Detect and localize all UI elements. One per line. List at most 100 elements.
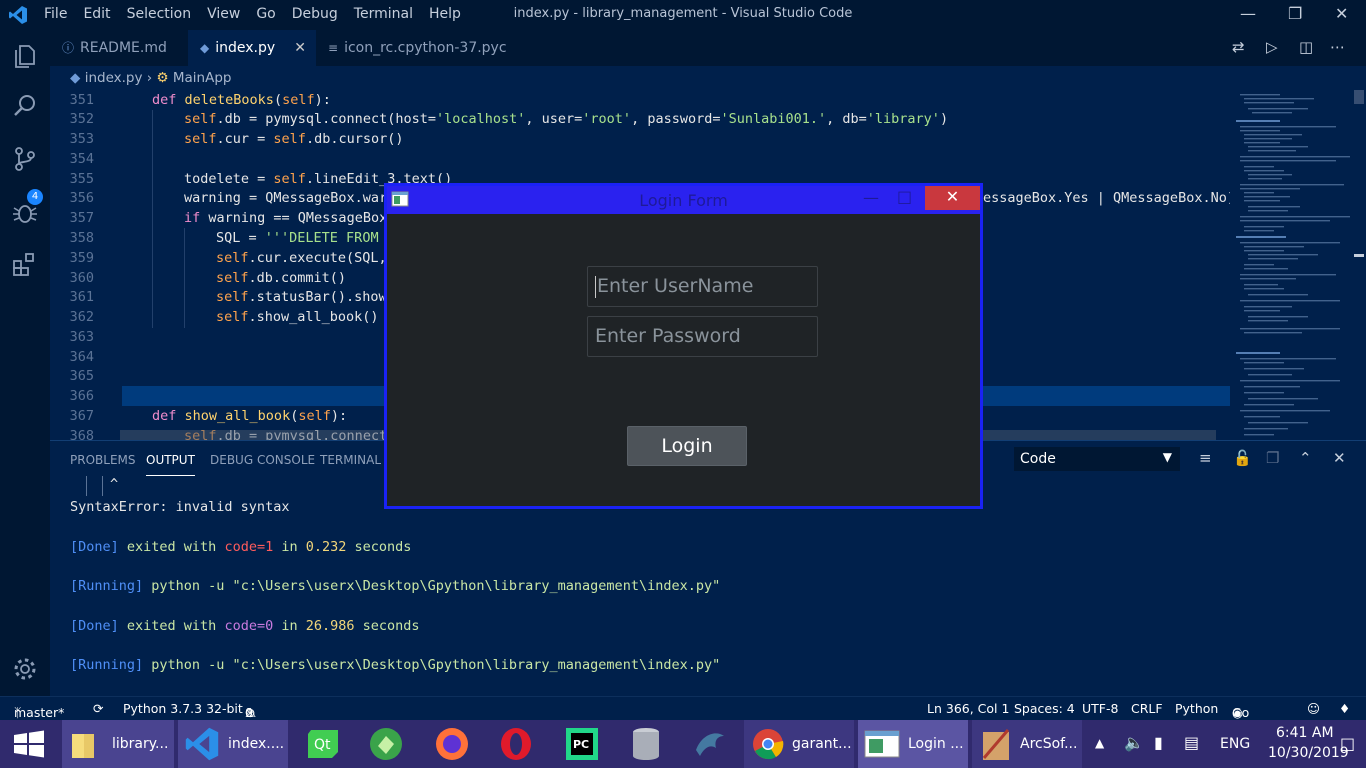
- class-icon: ⚙: [156, 70, 169, 86]
- taskbar-item-label: library...: [112, 736, 169, 752]
- notifications-bell-icon[interactable]: ♦: [1339, 701, 1350, 716]
- chrome-icon: [753, 729, 784, 760]
- encoding[interactable]: UTF-8: [1082, 701, 1118, 716]
- dialog-minimize-icon[interactable]: —: [863, 188, 879, 207]
- line-number: 367: [69, 408, 94, 424]
- tab-terminal[interactable]: TERMINAL: [320, 453, 381, 467]
- vertical-scrollbar[interactable]: [1352, 90, 1366, 440]
- login-button[interactable]: Login: [627, 426, 747, 466]
- line-ending[interactable]: CRLF: [1131, 701, 1163, 716]
- scrollbar-thumb[interactable]: [1354, 90, 1364, 104]
- tab-label: index.py: [215, 40, 276, 56]
- tab-close-icon[interactable]: ✕: [294, 30, 306, 66]
- taskbar-vscode[interactable]: index....: [178, 720, 288, 768]
- tab-output[interactable]: OUTPUT: [146, 453, 195, 476]
- search-icon[interactable]: [11, 92, 39, 120]
- close-icon[interactable]: ✕: [1335, 4, 1348, 23]
- breadcrumb: ◆ index.py › ⚙ MainApp: [50, 66, 1230, 90]
- language-mode[interactable]: Python: [1175, 701, 1218, 716]
- output-line: SyntaxError: invalid syntax: [70, 499, 290, 515]
- indent-guide: [152, 110, 153, 328]
- extensions-icon[interactable]: [11, 250, 39, 278]
- taskbar-file-explorer[interactable]: library...: [62, 720, 174, 768]
- maximize-panel-icon[interactable]: ⌃: [1299, 449, 1312, 467]
- close-panel-icon[interactable]: ✕: [1333, 449, 1346, 467]
- code-line: self.db.commit(): [216, 270, 347, 286]
- window-app-icon: [864, 730, 900, 758]
- input-language[interactable]: ENG: [1220, 736, 1250, 752]
- run-icon[interactable]: ▷: [1266, 38, 1278, 56]
- line-number: 364: [69, 349, 94, 365]
- taskbar-item-label: Login ...: [908, 736, 964, 752]
- lock-icon[interactable]: 🔓: [1233, 449, 1252, 467]
- tab-index-py[interactable]: ◆ index.py ✕: [188, 30, 316, 66]
- taskbar-chrome[interactable]: garant...: [744, 720, 854, 768]
- taskbar-opera[interactable]: [490, 720, 542, 768]
- tab-debug-console[interactable]: DEBUG CONSOLE: [210, 453, 315, 467]
- output-channel-select[interactable]: Code ▼: [1014, 447, 1180, 471]
- taskbar-database[interactable]: [620, 720, 672, 768]
- feedback-smiley-icon[interactable]: ☺: [1307, 701, 1320, 716]
- code-line: self.cur = self.db.cursor(): [184, 131, 404, 147]
- indentation[interactable]: Spaces: 4: [1014, 701, 1075, 716]
- cursor-position[interactable]: Ln 366, Col 1: [927, 701, 1009, 716]
- source-control-icon[interactable]: [11, 145, 39, 173]
- volume-icon[interactable]: 🔈: [1124, 733, 1144, 752]
- tab-icon-rc[interactable]: ≡ icon_rc.cpython-37.pyc: [316, 30, 512, 66]
- restore-icon[interactable]: ❐: [1288, 4, 1302, 23]
- taskbar-mysql[interactable]: [684, 720, 736, 768]
- taskbar-pycharm[interactable]: PC: [556, 720, 608, 768]
- taskbar-app-green[interactable]: [360, 720, 412, 768]
- done-tag: [Done]: [70, 618, 119, 634]
- sync-icon[interactable]: ⟳: [93, 701, 103, 716]
- code-line: self.cur.execute(SQL,: [216, 250, 387, 266]
- line-number: 363: [69, 329, 94, 345]
- output-line: [Done] exited with code=0 in 26.986 seco…: [70, 618, 420, 634]
- taskbar-login-form[interactable]: Login ...: [858, 720, 968, 768]
- code-line: def deleteBooks(self):: [152, 92, 331, 108]
- qt-icon: Qt: [308, 730, 338, 758]
- line-number: 361: [69, 289, 94, 305]
- dialog-title-bar[interactable]: Login Form — □ ✕: [387, 186, 980, 214]
- more-actions-icon[interactable]: ⋯: [1330, 38, 1345, 56]
- taskbar-firefox[interactable]: [426, 720, 478, 768]
- login-dialog: Login Form — □ ✕ Enter UserName Enter Pa…: [384, 183, 983, 509]
- settings-gear-icon[interactable]: [11, 655, 39, 683]
- split-editor-icon[interactable]: ◫: [1299, 38, 1313, 56]
- username-input[interactable]: Enter UserName: [587, 266, 818, 307]
- python-interpreter[interactable]: Python 3.7.3 32-bit: [123, 701, 243, 716]
- clock-time[interactable]: 6:41 AM: [1276, 725, 1334, 741]
- network-icon[interactable]: ▤: [1184, 733, 1199, 752]
- close-icon: ✕: [945, 187, 960, 206]
- running-tag: [Running]: [70, 578, 144, 594]
- clock-date[interactable]: 10/30/2019: [1268, 745, 1349, 761]
- minimize-icon[interactable]: —: [1240, 4, 1256, 23]
- dialog-maximize-icon[interactable]: □: [897, 187, 912, 206]
- chevron-down-icon: ▼: [1162, 450, 1172, 464]
- battery-icon[interactable]: ▮: [1154, 733, 1163, 752]
- taskbar-arcsoft[interactable]: ArcSof...: [972, 720, 1082, 768]
- debug-icon[interactable]: [11, 198, 39, 226]
- dialog-close-button[interactable]: ✕: [925, 186, 980, 210]
- done-tag: [Done]: [70, 539, 119, 555]
- clear-output-icon[interactable]: ≡: [1199, 449, 1212, 467]
- code-line: self.db = pymysql.connect(host='localhos…: [184, 111, 949, 127]
- breadcrumb-file[interactable]: index.py: [85, 70, 143, 86]
- tab-label: README.md: [80, 40, 167, 56]
- action-center-icon[interactable]: □: [1340, 734, 1355, 753]
- tab-problems[interactable]: PROBLEMS: [70, 453, 136, 467]
- taskbar-qt[interactable]: Qt: [298, 720, 350, 768]
- breadcrumb-symbol[interactable]: MainApp: [173, 70, 232, 86]
- explorer-icon[interactable]: [11, 42, 39, 70]
- open-log-icon[interactable]: ❐: [1266, 449, 1279, 467]
- tab-readme[interactable]: ⓘ README.md: [50, 30, 188, 66]
- password-input[interactable]: Enter Password: [587, 316, 818, 357]
- show-hidden-icons-icon[interactable]: ▲: [1095, 736, 1104, 750]
- compare-changes-icon[interactable]: ⇄: [1232, 38, 1245, 56]
- line-number: 355: [69, 171, 94, 187]
- elapsed-time: 0.232: [305, 539, 347, 555]
- minimap[interactable]: [1232, 90, 1352, 440]
- output-panel[interactable]: ^ SyntaxError: invalid syntax [Done] exi…: [70, 476, 1270, 696]
- start-button[interactable]: [0, 720, 58, 768]
- windows-logo-icon: [14, 730, 44, 758]
